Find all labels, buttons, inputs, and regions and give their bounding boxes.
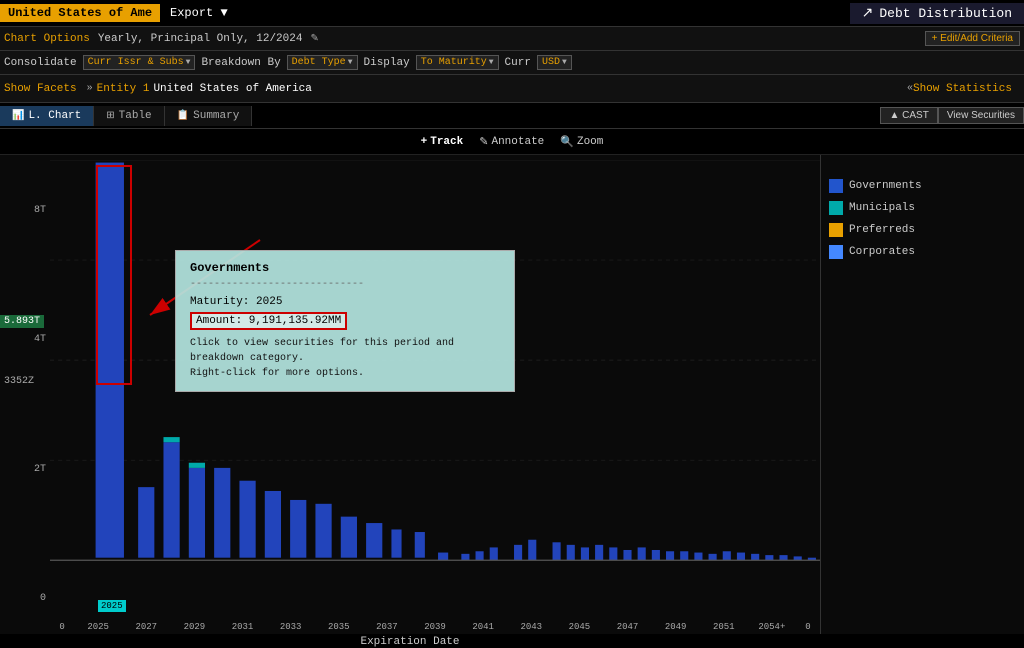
tooltip-click-text: Click to view securities for this period… [190,336,500,381]
tab-table[interactable]: ⊞ Table [94,106,164,126]
legend-container: Governments Municipals Preferreds Corporate… [829,179,1016,259]
legend-color-swatch [829,201,843,215]
bar-year-label: 2025 [98,600,126,612]
curr-issr-dropdown[interactable]: Curr Issr & Subs ▼ [83,55,196,70]
tooltip-maturity: Maturity: 2025 [190,296,500,308]
edit-add-criteria-button[interactable]: + Edit/Add Criteria [925,31,1020,46]
x-label-2037: 2037 [363,622,411,632]
summary-tab-icon: 📋 [177,110,189,122]
x-label-2054: 2054+ [748,622,796,632]
x-label-2051: 2051 [700,622,748,632]
chart-legend: Governments Municipals Preferreds Corporate… [820,155,1024,634]
show-facets-button[interactable]: Show Facets [4,83,83,95]
summary-tab-label: Summary [193,110,239,122]
x-label-2035: 2035 [315,622,363,632]
legend-label: Governments [849,180,922,192]
tooltip-dashes: ----------------------------- [190,279,500,290]
tabs-bar: 📊 L. Chart ⊞ Table 📋 Summary ▲ CAST View… [0,103,1024,129]
display-label: Display [364,57,410,69]
usd-dropdown[interactable]: USD ▼ [537,55,572,70]
curr-label: Curr [505,57,531,69]
chart-options-label[interactable]: Chart Options [4,33,90,45]
chart-toolbar: + Track ✎ Annotate 🔍 Zoom [0,129,1024,155]
x-label-0: 0 [50,622,74,632]
annotate-button[interactable]: ✎ Annotate [479,135,544,149]
y-label-2t: 2T [0,464,50,475]
show-statistics-button[interactable]: Show Statistics [913,83,1020,95]
x-label-2029: 2029 [170,622,218,632]
legend-item: Governments [829,179,1016,193]
legend-label: Municipals [849,202,915,214]
x-label-2047: 2047 [603,622,651,632]
table-tab-label: Table [119,110,152,122]
external-link-icon: ↗ [862,5,874,22]
track-plus-icon: + [421,136,428,148]
chart-area[interactable]: 5.893T 3352Z 8T 4T 2T 0 [0,155,820,634]
x-axis-title: Expiration Date [360,636,459,648]
edit-icon[interactable]: ✎ [310,33,318,45]
facets-chevron-icon: » [83,83,97,94]
x-label-end: 0 [796,622,820,632]
breakdown-by-label: Breakdown By [201,57,280,69]
track-button[interactable]: + Track [421,136,464,148]
legend-color-swatch [829,223,843,237]
annotate-icon: ✎ [479,135,488,149]
x-label-2043: 2043 [507,622,555,632]
zoom-icon: 🔍 [560,135,574,149]
debt-type-dropdown[interactable]: Debt Type ▼ [287,55,358,70]
legend-label: Corporates [849,246,915,258]
x-label-2027: 2027 [122,622,170,632]
tab-summary[interactable]: 📋 Summary [165,106,253,126]
y-label-0: 0 [0,593,50,604]
x-axis-labels: 0 2025 2027 2029 2031 2033 2035 2037 203… [50,622,820,632]
x-label-2041: 2041 [459,622,507,632]
legend-item: Corporates [829,245,1016,259]
y-axis: 8T 4T 2T 0 [0,155,50,634]
zoom-button[interactable]: 🔍 Zoom [560,135,603,149]
legend-item: Municipals [829,201,1016,215]
export-button[interactable]: Export ▼ [160,4,238,22]
tooltip-title: Governments [190,261,500,275]
x-label-2049: 2049 [652,622,700,632]
x-label-2045: 2045 [555,622,603,632]
entity-number: Entity 1 [97,83,154,95]
legend-item: Preferreds [829,223,1016,237]
consolidate-label: Consolidate [4,57,77,69]
x-label-2033: 2033 [267,622,315,632]
top-bar: United States of Ame Export ▼ ↗ Debt Dis… [0,0,1024,27]
entity-name: United States of America [153,83,311,95]
entity-bar: Show Facets » Entity 1 United States of … [0,75,1024,103]
x-label-2039: 2039 [411,622,459,632]
y-label-4t: 4T [0,334,50,345]
debt-distribution-title: ↗ Debt Distribution [850,3,1024,24]
legend-label: Preferreds [849,224,915,236]
y-label-8t: 8T [0,205,50,216]
third-bar: Consolidate Curr Issr & Subs ▼ Breakdown… [0,51,1024,75]
tab-chart[interactable]: 📊 L. Chart [0,106,94,126]
second-bar: Chart Options Yearly, Principal Only, 12… [0,27,1024,51]
tooltip-amount: Amount: 9,191,135.92MM [190,312,347,330]
yearly-label: Yearly, Principal Only, 12/2024 [98,33,303,45]
cast-button[interactable]: ▲ CAST [880,107,937,124]
chart-tab-label: L. Chart [28,110,81,122]
tooltip-box: Governments ----------------------------… [175,250,515,392]
chart-container: 5.893T 3352Z 8T 4T 2T 0 [0,155,1024,634]
view-securities-button[interactable]: View Securities [938,107,1024,124]
country-title[interactable]: United States of Ame [0,4,160,22]
bar-2025-govt [96,163,124,558]
x-label-2031: 2031 [218,622,266,632]
legend-color-swatch [829,179,843,193]
x-label-2025: 2025 [74,622,122,632]
chart-tab-icon: 📊 [12,110,24,122]
table-tab-icon: ⊞ [106,110,114,122]
to-maturity-dropdown[interactable]: To Maturity ▼ [416,55,499,70]
legend-color-swatch [829,245,843,259]
